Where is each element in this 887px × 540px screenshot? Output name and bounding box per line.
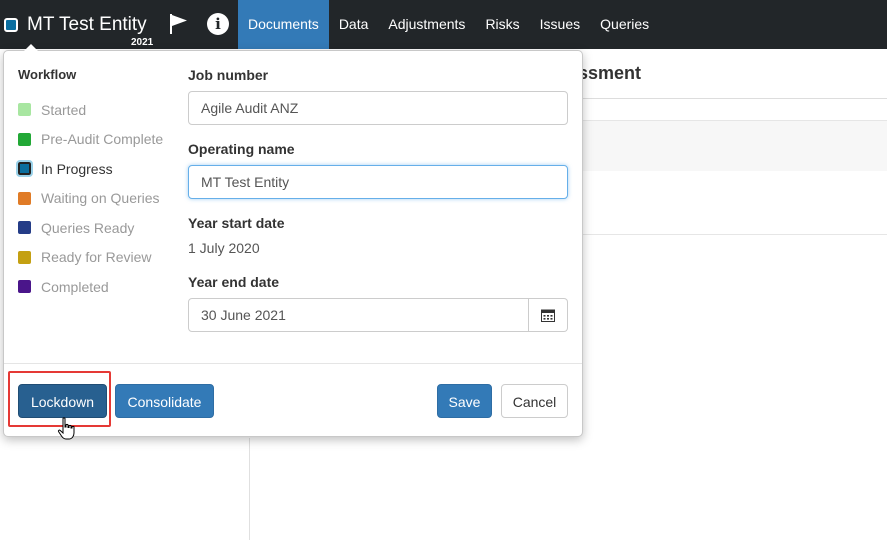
main-nav: Documents Data Adjustments Risks Issues Queri… xyxy=(238,0,659,49)
entity-status-icon xyxy=(4,17,18,32)
divider xyxy=(583,98,887,99)
workflow-item-label: Started xyxy=(41,101,87,118)
workflow-item-label: Queries Ready xyxy=(41,219,135,236)
status-swatch-icon xyxy=(18,132,31,146)
hand-cursor-icon xyxy=(57,417,75,440)
calendar-icon xyxy=(541,309,555,322)
calendar-button[interactable] xyxy=(529,298,568,332)
nav-item-data[interactable]: Data xyxy=(329,0,379,49)
workflow-item-in-progress[interactable]: In Progress xyxy=(16,154,163,184)
info-icon[interactable]: i xyxy=(207,13,229,35)
year-end-group xyxy=(188,298,568,332)
footer-divider xyxy=(4,363,582,364)
entity-form: Job number Operating name Year start dat… xyxy=(188,67,568,332)
status-swatch-icon xyxy=(16,160,33,178)
consolidate-button[interactable]: Consolidate xyxy=(115,384,214,418)
workflow-item-label: In Progress xyxy=(41,160,113,177)
workflow-item-label: Waiting on Queries xyxy=(41,190,160,207)
status-swatch-icon xyxy=(18,221,31,235)
workflow-heading: Workflow xyxy=(18,67,77,82)
cancel-button[interactable]: Cancel xyxy=(501,384,568,418)
job-number-label: Job number xyxy=(188,67,269,83)
workflow-list: Started Pre-Audit Complete In Progress Wait… xyxy=(16,95,163,302)
workflow-item-waiting-on-queries[interactable]: Waiting on Queries xyxy=(18,184,163,214)
nav-item-documents[interactable]: Documents xyxy=(238,0,329,49)
status-swatch-icon xyxy=(18,103,31,117)
operating-name-label: Operating name xyxy=(188,141,295,157)
status-swatch-icon xyxy=(18,250,31,264)
year-start-value: 1 July 2020 xyxy=(188,240,260,256)
entity-name: MT Test Entity xyxy=(27,13,147,35)
status-swatch-icon xyxy=(18,280,31,294)
nav-item-issues[interactable]: Issues xyxy=(530,0,590,49)
job-number-input[interactable] xyxy=(188,91,568,125)
entity-selector[interactable]: MT Test Entity xyxy=(4,0,147,49)
workflow-item-ready-for-review[interactable]: Ready for Review xyxy=(18,243,163,273)
table-header-row xyxy=(583,120,887,171)
workflow-item-label: Ready for Review xyxy=(41,249,152,266)
nav-item-queries[interactable]: Queries xyxy=(590,0,659,49)
top-navbar: MT Test Entity 2021 i Documents Data Adjus… xyxy=(0,0,887,49)
operating-name-input[interactable] xyxy=(188,165,568,199)
nav-item-adjustments[interactable]: Adjustments xyxy=(378,0,475,49)
divider xyxy=(583,234,887,235)
status-swatch-icon xyxy=(18,191,31,205)
workflow-item-label: Completed xyxy=(41,278,109,295)
workflow-item-completed[interactable]: Completed xyxy=(18,272,163,302)
panel-divider xyxy=(249,438,250,540)
nav-item-risks[interactable]: Risks xyxy=(475,0,529,49)
save-button[interactable]: Save xyxy=(437,384,492,418)
flag-icon[interactable] xyxy=(168,13,190,35)
popover-arrow xyxy=(24,44,38,51)
page-title: ssment xyxy=(578,63,642,83)
year-start-label: Year start date xyxy=(188,215,285,231)
year-end-label: Year end date xyxy=(188,274,280,290)
workflow-item-started[interactable]: Started xyxy=(18,95,163,125)
workflow-item-label: Pre-Audit Complete xyxy=(41,131,164,148)
workflow-item-pre-audit-complete[interactable]: Pre-Audit Complete xyxy=(18,125,163,155)
entity-year: 2021 xyxy=(131,37,154,48)
year-end-input[interactable] xyxy=(188,298,529,332)
workflow-item-queries-ready[interactable]: Queries Ready xyxy=(18,213,163,243)
